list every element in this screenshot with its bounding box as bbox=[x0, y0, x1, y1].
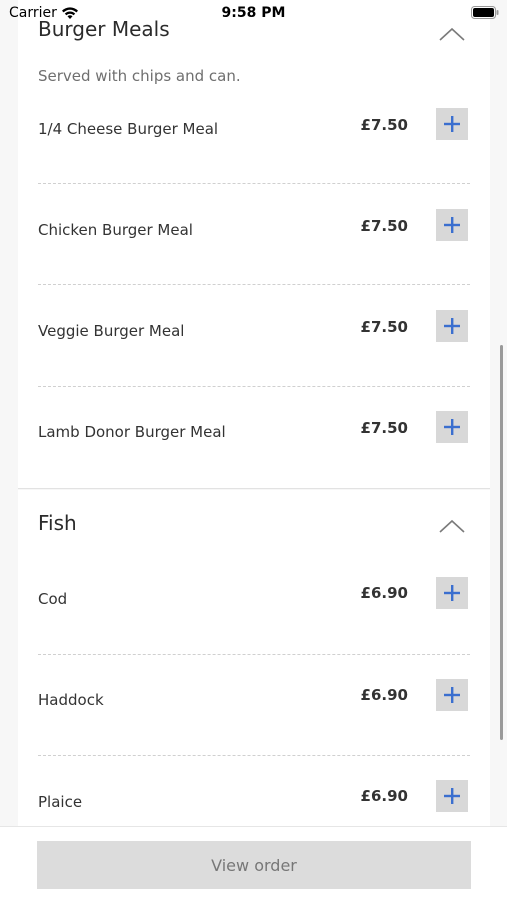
section-title: Fish bbox=[38, 511, 77, 535]
add-item-button[interactable] bbox=[436, 411, 468, 443]
footer-bar: View order bbox=[0, 826, 507, 900]
item-name: Lamb Donor Burger Meal bbox=[38, 423, 226, 441]
menu-screen: Carrier 9:58 PM Burger Meals Served with… bbox=[0, 0, 507, 900]
item-price: £6.90 bbox=[360, 787, 408, 805]
plus-icon bbox=[444, 116, 460, 132]
plus-icon bbox=[444, 419, 460, 435]
item-divider bbox=[38, 755, 470, 756]
plus-icon bbox=[444, 687, 460, 703]
item-divider bbox=[38, 183, 470, 184]
status-bar: Carrier 9:58 PM bbox=[0, 0, 507, 26]
plus-icon bbox=[444, 217, 460, 233]
section-burger-meals: Burger Meals Served with chips and can. … bbox=[18, 0, 490, 488]
item-price: £6.90 bbox=[360, 686, 408, 704]
item-divider bbox=[38, 284, 470, 285]
item-name: Haddock bbox=[38, 691, 104, 709]
battery-icon bbox=[471, 6, 499, 19]
item-price: £7.50 bbox=[360, 318, 408, 336]
add-item-button[interactable] bbox=[436, 577, 468, 609]
item-price: £7.50 bbox=[360, 217, 408, 235]
plus-icon bbox=[444, 585, 460, 601]
item-divider bbox=[38, 654, 470, 655]
menu-item: Veggie Burger Meal £7.50 bbox=[18, 310, 490, 411]
menu-item: Haddock £6.90 bbox=[18, 679, 490, 780]
item-name: 1/4 Cheese Burger Meal bbox=[38, 120, 219, 138]
scrollbar[interactable] bbox=[500, 345, 503, 740]
chevron-up-icon[interactable] bbox=[438, 26, 466, 42]
plus-icon bbox=[444, 318, 460, 334]
item-name: Plaice bbox=[38, 793, 83, 811]
add-item-button[interactable] bbox=[436, 679, 468, 711]
item-price: £6.90 bbox=[360, 584, 408, 602]
section-fish: Fish Cod £6.90 Haddock £6.90 Plaice £6.9… bbox=[18, 490, 490, 830]
item-divider bbox=[38, 386, 470, 387]
section-separator bbox=[18, 488, 490, 489]
item-price: £7.50 bbox=[360, 116, 408, 134]
menu-item: Cod £6.90 bbox=[18, 577, 490, 679]
status-time: 9:58 PM bbox=[221, 5, 286, 21]
item-name: Chicken Burger Meal bbox=[38, 221, 193, 239]
add-item-button[interactable] bbox=[436, 209, 468, 241]
plus-icon bbox=[444, 788, 460, 804]
menu-item: 1/4 Cheese Burger Meal £7.50 bbox=[18, 108, 490, 209]
add-item-button[interactable] bbox=[436, 780, 468, 812]
menu-item: Chicken Burger Meal £7.50 bbox=[18, 209, 490, 310]
chevron-up-icon[interactable] bbox=[438, 518, 466, 534]
item-name: Veggie Burger Meal bbox=[38, 322, 185, 340]
item-price: £7.50 bbox=[360, 419, 408, 437]
add-item-button[interactable] bbox=[436, 108, 468, 140]
section-description: Served with chips and can. bbox=[38, 67, 241, 85]
add-item-button[interactable] bbox=[436, 310, 468, 342]
item-name: Cod bbox=[38, 590, 68, 608]
view-order-button[interactable]: View order bbox=[37, 841, 471, 889]
